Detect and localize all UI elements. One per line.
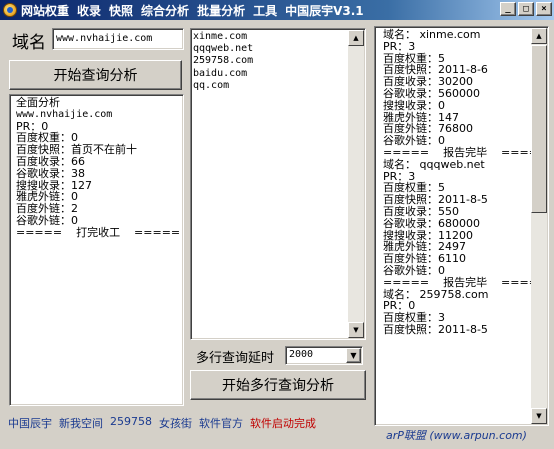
maximize-button[interactable]: □ [518,2,534,16]
list-scrollbar[interactable]: ▲ ▼ [348,30,364,338]
result-line: 全面分析 [16,96,60,109]
menu-index[interactable]: 收录 [77,2,101,19]
status-text: 软件启动完成 [250,417,316,430]
domain-list-item: 259758.com [193,55,254,67]
menu-site-weight[interactable]: 网站权重 [21,2,69,19]
report-scrollbar[interactable]: ▲ ▼ [531,28,547,424]
minimize-button[interactable]: _ [500,2,516,16]
report-line: ===== 报告完毕 ===== [383,275,548,289]
watermark: arP联盟 (www.arpun.com) [384,427,529,443]
link-259758[interactable]: 259758 [110,415,152,431]
title-bar: 网站权重 收录 快照 综合分析 批量分析 工具 中国辰宇V3.1 _ □ × [0,0,554,20]
report-textarea[interactable]: 域名： xinme.com PR：3 百度权重：5 百度快照：2011-8-6 … [374,26,549,426]
result-line: www.nvhaijie.com [16,108,113,120]
scroll-up-icon[interactable]: ▲ [348,30,364,46]
link-official-site[interactable]: 软件官方 [199,415,243,431]
domain-list-item: qqqweb.net [193,43,254,55]
domain-list-item: baidu.com [193,67,248,79]
menu-batch[interactable]: 批量分析 [197,2,245,19]
link-nvhaijie[interactable]: 女孩街 [159,415,192,431]
report-line: 域名： qqqweb.net [383,157,485,171]
domain-list-item: xinme.com [193,31,248,42]
report-line: ===== 报告完毕 ===== [383,145,548,159]
app-title: 中国辰宇V3.1 [285,3,364,18]
menu-snapshot[interactable]: 快照 [109,2,133,19]
analysis-result-box[interactable]: 全面分析 www.nvhaijie.com PR：0 百度权重：0 百度快照：首… [9,94,184,406]
report-line: 谷歌收录：680000 [383,216,480,230]
result-line: 百度收录：66 [16,154,85,168]
domain-label: 域名 [12,33,46,53]
link-xinwo-space[interactable]: 新我空间 [59,415,103,431]
menu-comprehensive[interactable]: 综合分析 [141,2,189,19]
start-analysis-button[interactable]: 开始查询分析 [9,60,182,90]
close-button[interactable]: × [536,2,552,16]
menu-tools[interactable]: 工具 [253,2,277,19]
link-zhongguo-chenyu[interactable]: 中国辰宇 [8,415,52,431]
delay-label: 多行查询延时 [196,351,275,366]
delay-value: 2000 [289,349,314,360]
report-line: 百度收录：550 [383,204,459,218]
scroll-down-icon[interactable]: ▼ [348,322,364,338]
chevron-down-icon[interactable]: ▼ [346,348,361,363]
report-line: 谷歌外链：0 [383,263,445,277]
orb-icon[interactable] [2,2,18,18]
domain-input[interactable]: www.nvhaijie.com [52,28,184,50]
scroll-thumb[interactable] [531,45,547,213]
report-line: 百度快照：2011-8-5 [383,322,488,336]
result-line: 谷歌外链：0 [16,213,78,227]
result-line: ===== 打完收工 ===== [16,225,181,239]
report-line: PR：3 [383,39,416,53]
report-line: 搜搜收录：0 [383,98,445,112]
scroll-down-icon[interactable]: ▼ [531,408,547,424]
report-line: 谷歌收录：560000 [383,86,480,100]
delay-select[interactable]: 2000 ▼ [285,346,363,365]
domain-list-item: qq.com [193,79,230,91]
footer-links: 中国辰宇 新我空间 259758 女孩街 软件官方 软件启动完成 [8,415,323,431]
result-line: 谷歌收录：38 [16,166,85,180]
scroll-up-icon[interactable]: ▲ [531,28,547,44]
start-multi-analysis-button[interactable]: 开始多行查询分析 [190,370,366,400]
domain-list-textarea[interactable]: xinme.com qqqweb.net 259758.com baidu.co… [190,28,366,340]
